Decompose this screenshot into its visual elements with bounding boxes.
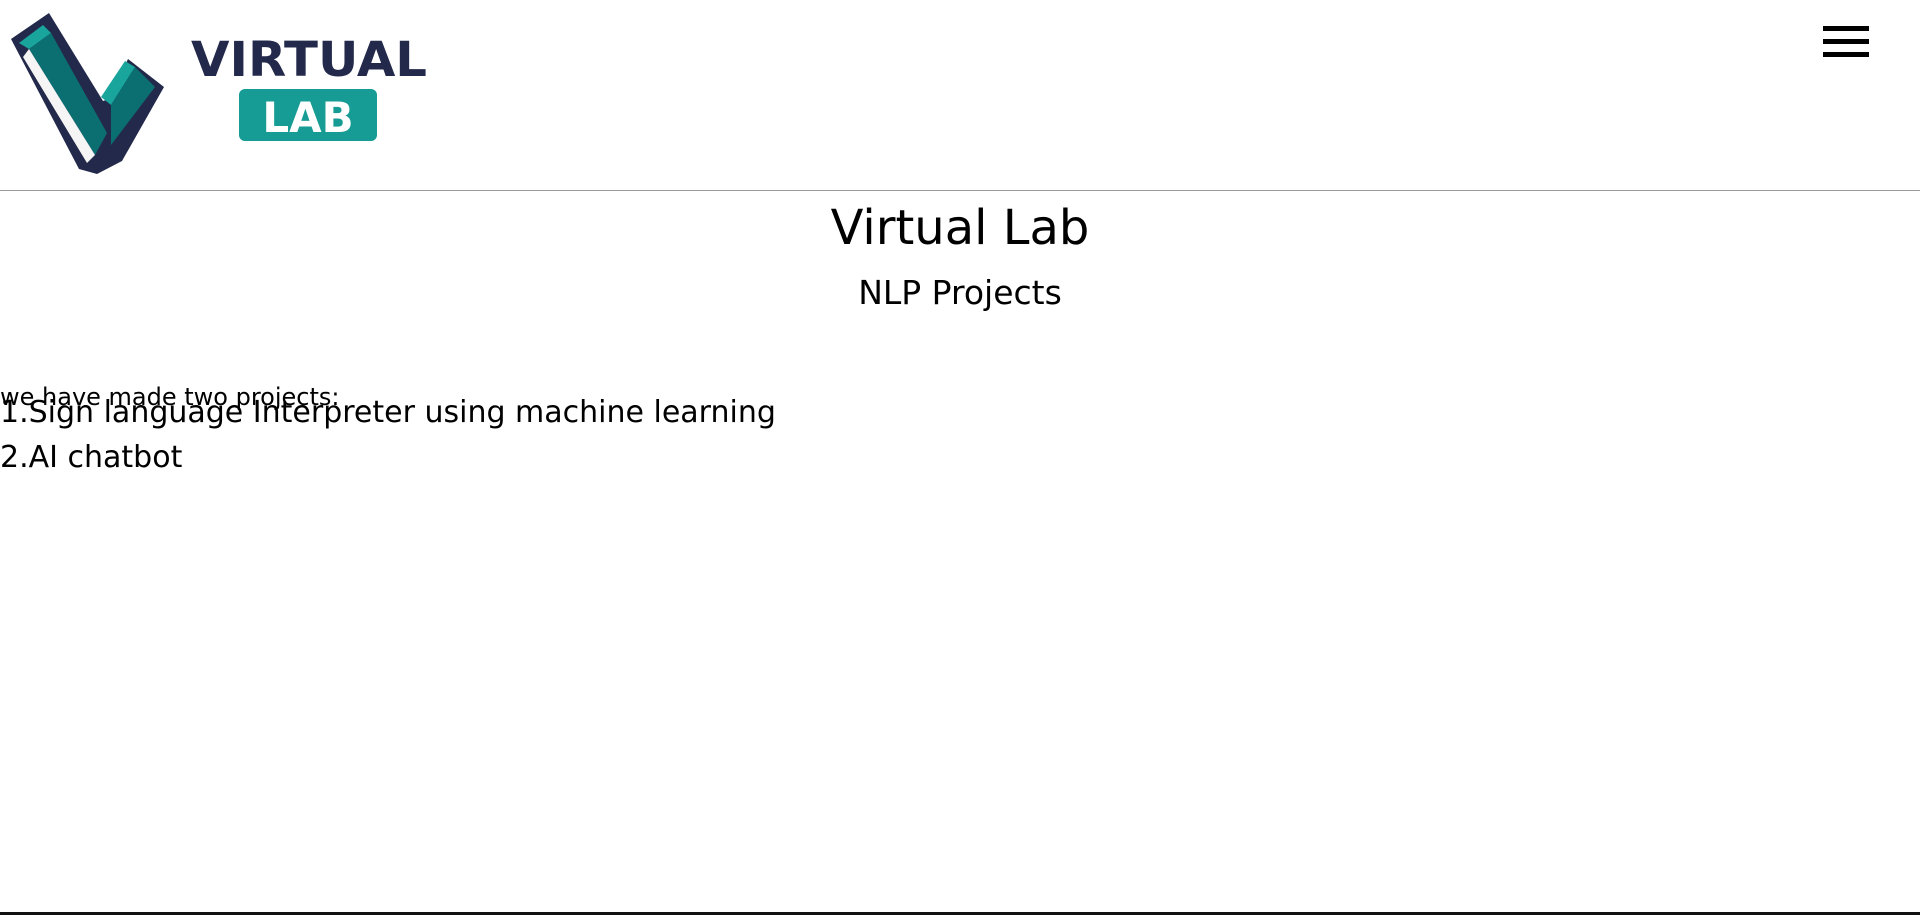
hamburger-icon-bar-bottom [1823, 52, 1869, 57]
project-list: 1.Sign language Interpreter using machin… [0, 390, 776, 480]
hamburger-icon-bar-middle [1823, 39, 1869, 44]
page-title: Virtual Lab [830, 200, 1090, 256]
hamburger-icon[interactable] [1818, 24, 1874, 62]
page-subtitle: NLP Projects [858, 273, 1062, 312]
site-header: VIRTUAL LAB [0, 0, 1920, 191]
logo-wordmark-lab: LAB [262, 93, 353, 142]
project-item-ai-chatbot: 2.AI chatbot [0, 440, 183, 475]
virtual-lab-logo[interactable]: VIRTUAL LAB [7, 9, 432, 174]
logo-wordmark-virtual: VIRTUAL [191, 32, 427, 88]
project-item-sign-language: 1.Sign language Interpreter using machin… [0, 395, 776, 430]
hamburger-icon-bar-top [1823, 26, 1869, 31]
